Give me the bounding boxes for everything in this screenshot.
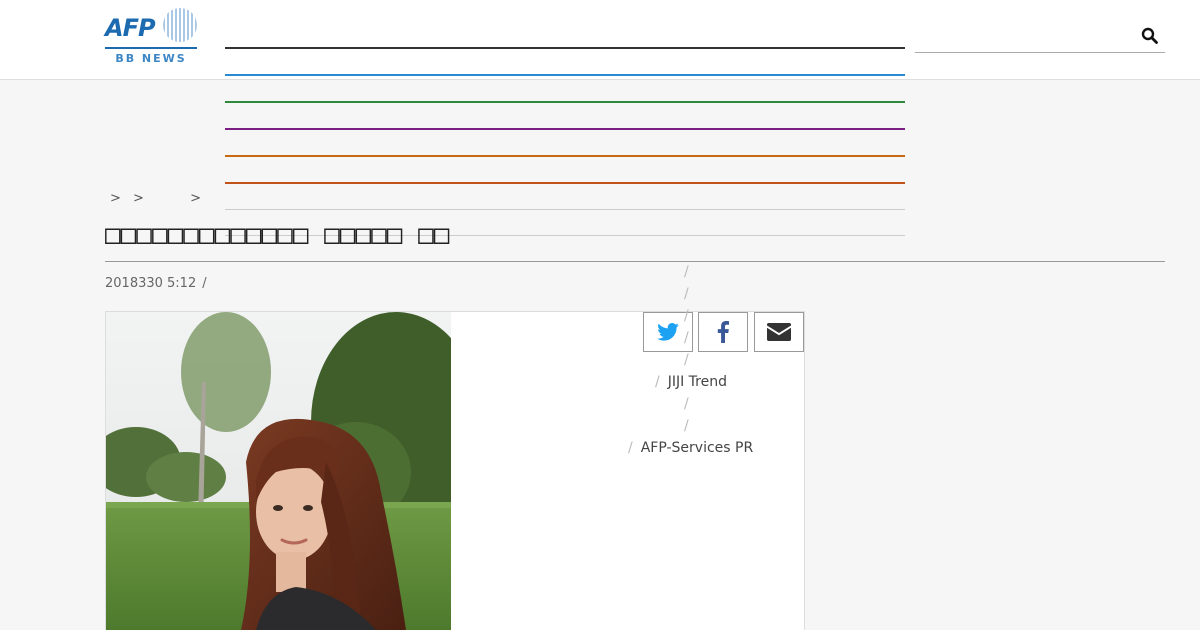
- title-divider: [105, 261, 1165, 262]
- logo-subtitle: BB NEWS: [115, 52, 187, 65]
- related-link: /: [684, 352, 697, 368]
- article-title: □□□□□□□□□□□□□ □□□□□ □□: [105, 220, 450, 250]
- afpbb-logo[interactable]: AFP BB NEWS: [105, 8, 197, 65]
- breadcrumb-separator: >: [133, 191, 144, 206]
- related-link: /: [684, 330, 697, 346]
- nav-menu-item[interactable]: [225, 155, 905, 157]
- nav-menu-item[interactable]: [225, 47, 905, 49]
- nav-menu-item[interactable]: [225, 74, 905, 76]
- globe-icon: [163, 8, 197, 42]
- related-link: /: [684, 308, 697, 324]
- nav-menu-item[interactable]: [225, 128, 905, 130]
- link-separator: /: [628, 440, 633, 456]
- related-link: /: [684, 418, 697, 434]
- link-separator: /: [684, 264, 689, 280]
- email-share-button[interactable]: [754, 312, 804, 352]
- nav-menu-item[interactable]: [225, 101, 905, 103]
- link-separator: /: [684, 352, 689, 368]
- article-meta: 2018330 5:12 /: [105, 276, 207, 291]
- related-link: /: [684, 396, 697, 412]
- site-header: AFP BB NEWS: [0, 0, 1200, 80]
- related-link: /: [684, 264, 697, 280]
- related-link: /: [684, 286, 697, 302]
- article-timestamp: 2018330 5:12: [105, 276, 197, 291]
- mail-icon: [767, 323, 791, 341]
- search-icon[interactable]: [1141, 27, 1159, 45]
- link-separator: /: [684, 418, 689, 434]
- link-separator: /: [655, 374, 660, 390]
- related-link[interactable]: / JIJI Trend: [655, 374, 727, 390]
- logo-divider: [105, 47, 197, 49]
- twitter-icon: [657, 323, 679, 341]
- search-input[interactable]: [915, 52, 1165, 53]
- breadcrumb-separator: >: [190, 191, 201, 206]
- link-separator: /: [684, 396, 689, 412]
- facebook-icon: [717, 321, 729, 343]
- meta-separator: /: [202, 276, 207, 291]
- breadcrumb: > > >: [110, 191, 201, 206]
- related-link[interactable]: / AFP-Services PR: [628, 440, 753, 456]
- article-image: [106, 312, 451, 630]
- breadcrumb-separator: >: [110, 191, 121, 206]
- facebook-share-button[interactable]: [698, 312, 748, 352]
- nav-menu-item[interactable]: [225, 182, 905, 184]
- logo-wordmark: AFP: [105, 14, 156, 42]
- link-separator: /: [684, 286, 689, 302]
- link-separator: /: [684, 308, 689, 324]
- article-photo[interactable]: [106, 312, 451, 630]
- related-link-label[interactable]: AFP-Services PR: [641, 440, 753, 456]
- link-separator: /: [684, 330, 689, 346]
- related-link-label[interactable]: JIJI Trend: [668, 374, 727, 390]
- nav-menu-item[interactable]: [225, 209, 905, 210]
